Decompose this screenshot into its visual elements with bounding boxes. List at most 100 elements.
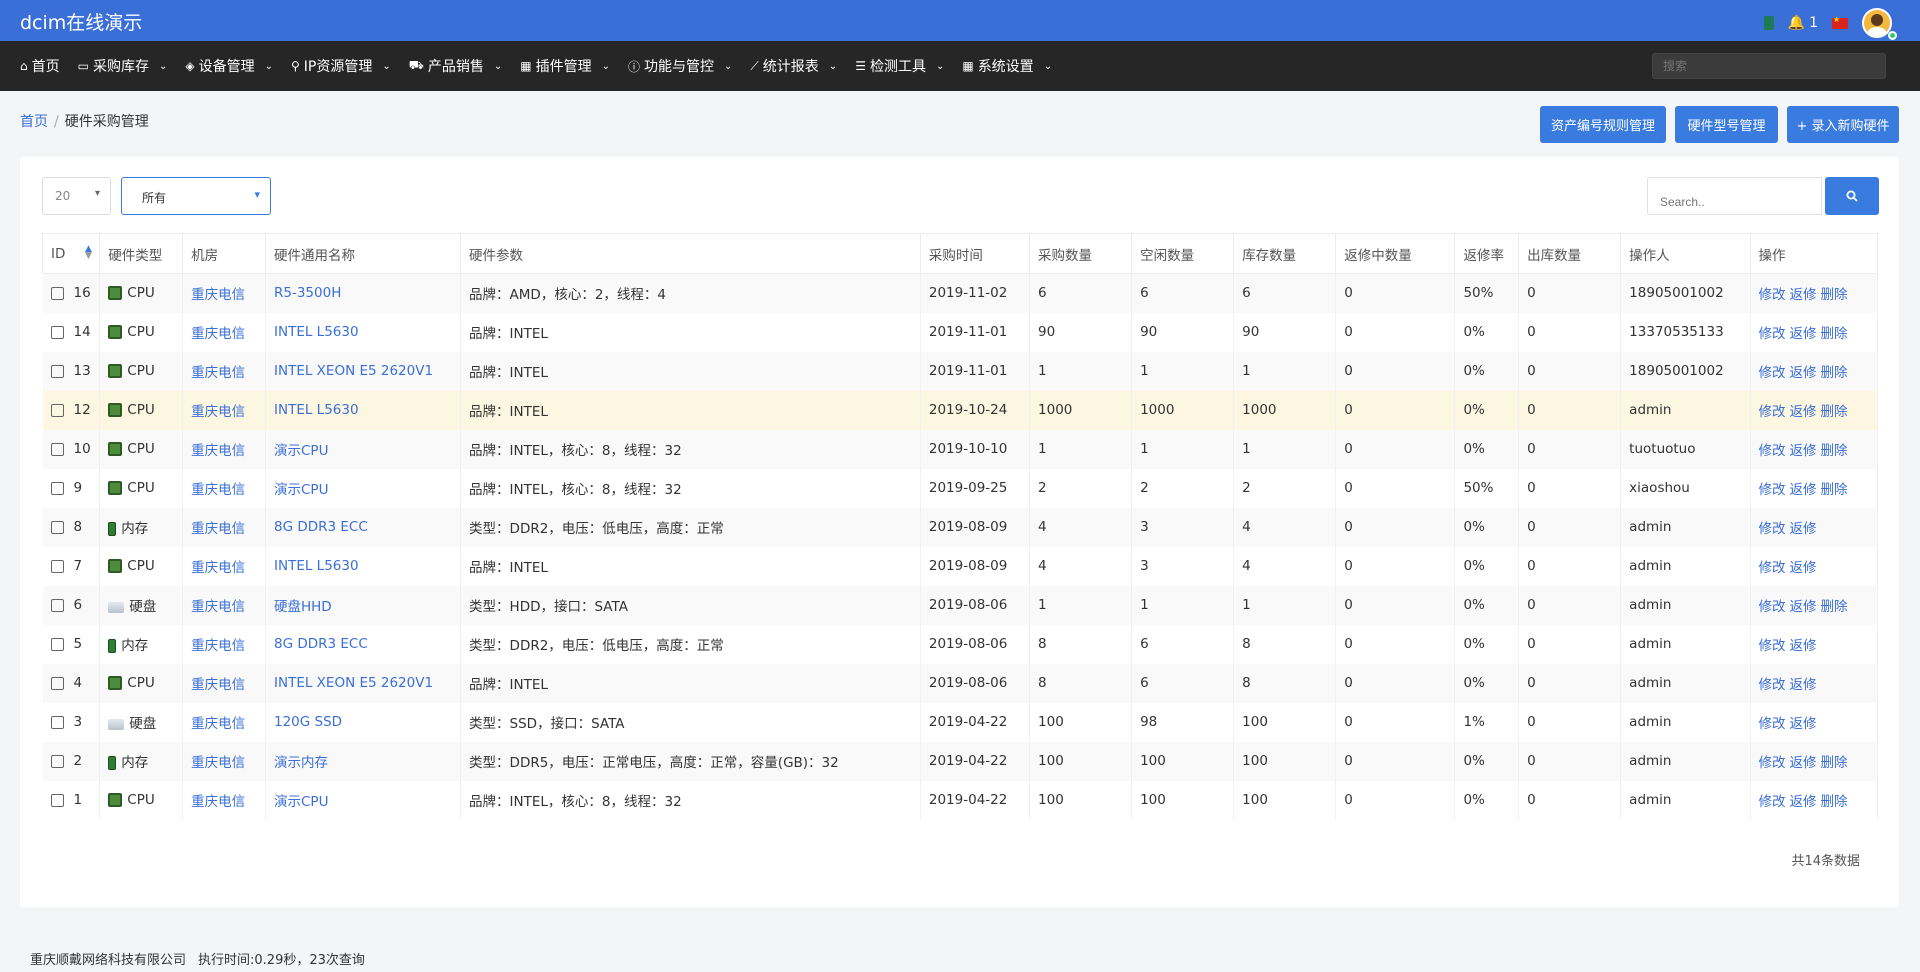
edit-link[interactable]: 修改 (1759, 716, 1786, 732)
column-header-13[interactable]: 操作 (1749, 233, 1879, 274)
column-header-3[interactable]: 硬件通用名称 (264, 233, 462, 274)
table-row[interactable]: 3 硬盘 重庆电信 120G SSD 类型：SSD，接口：SATA 2019-04-22 1… (42, 702, 1879, 742)
delete-link[interactable]: 删除 (1821, 287, 1848, 303)
hardware-name-link[interactable]: R5-3500H (274, 285, 341, 301)
column-header-10[interactable]: 返修率 (1454, 233, 1520, 274)
repair-link[interactable]: 返修 (1790, 365, 1817, 381)
repair-link[interactable]: 返修 (1790, 521, 1817, 537)
nav-item-1[interactable]: ▭ 采购库存 ⌄ (78, 56, 168, 76)
column-header-7[interactable]: 空闲数量 (1131, 233, 1235, 274)
brand-title[interactable]: dcim在线演示 (20, 8, 142, 35)
repair-link[interactable]: 返修 (1790, 794, 1817, 810)
row-checkbox[interactable] (50, 325, 64, 339)
edit-link[interactable]: 修改 (1759, 482, 1786, 498)
edit-link[interactable]: 修改 (1759, 521, 1786, 537)
repair-link[interactable]: 返修 (1790, 599, 1817, 615)
column-header-5[interactable]: 采购时间 (919, 233, 1031, 274)
repair-link[interactable]: 返修 (1790, 677, 1817, 693)
table-row[interactable]: 12 CPU 重庆电信 INTEL L5630 品牌：INTEL 2019-10-24 10… (42, 390, 1879, 430)
room-link[interactable]: 重庆电信 (191, 599, 245, 615)
repair-link[interactable]: 返修 (1790, 482, 1817, 498)
breadcrumb-home[interactable]: 首页 (20, 114, 48, 130)
row-checkbox[interactable] (50, 754, 64, 768)
repair-link[interactable]: 返修 (1790, 404, 1817, 420)
room-link[interactable]: 重庆电信 (191, 443, 245, 459)
hardware-name-link[interactable]: 演示CPU (274, 443, 328, 459)
column-header-8[interactable]: 库存数量 (1233, 233, 1337, 274)
row-checkbox[interactable] (50, 715, 64, 729)
table-row[interactable]: 2 内存 重庆电信 演示内存 类型：DDR5，电压：正常电压，高度：正常，容量(GB)：… (42, 741, 1879, 781)
table-row[interactable]: 9 CPU 重庆电信 演示CPU 品牌：INTEL，核心：8，线程：32 2019-09-… (42, 468, 1879, 508)
row-checkbox[interactable] (50, 481, 64, 495)
edit-link[interactable]: 修改 (1759, 638, 1786, 654)
row-checkbox[interactable] (50, 442, 64, 456)
bell-icon[interactable]: 🔔 1 (1788, 15, 1818, 31)
room-link[interactable]: 重庆电信 (191, 560, 245, 576)
edit-link[interactable]: 修改 (1759, 599, 1786, 615)
edit-link[interactable]: 修改 (1759, 677, 1786, 693)
room-link[interactable]: 重庆电信 (191, 716, 245, 732)
repair-link[interactable]: 返修 (1790, 287, 1817, 303)
column-header-9[interactable]: 返修中数量 (1335, 233, 1456, 274)
table-row[interactable]: 7 CPU 重庆电信 INTEL L5630 品牌：INTEL 2019-08-09 4 3 4… (42, 546, 1879, 586)
room-link[interactable]: 重庆电信 (191, 365, 245, 381)
status-filter-select[interactable]: 所有 (121, 177, 271, 215)
row-checkbox[interactable] (50, 520, 64, 534)
edit-link[interactable]: 修改 (1759, 443, 1786, 459)
nav-item-0[interactable]: ⌂ 首页 (20, 56, 60, 76)
column-header-4[interactable]: 硬件参数 (460, 233, 921, 274)
repair-link[interactable]: 返修 (1790, 443, 1817, 459)
nav-item-9[interactable]: ▦ 系统设置 ⌄ (962, 56, 1052, 76)
nav-item-6[interactable]: ⓘ 功能与管控 ⌄ (628, 56, 732, 76)
edit-link[interactable]: 修改 (1759, 755, 1786, 771)
nav-item-7[interactable]: ⟋ 统计报表 ⌄ (750, 56, 837, 76)
edit-link[interactable]: 修改 (1759, 560, 1786, 576)
hardware-name-link[interactable]: 8G DDR3 ECC (274, 519, 368, 535)
edit-link[interactable]: 修改 (1759, 326, 1786, 342)
table-row[interactable]: 4 CPU 重庆电信 INTEL XEON E5 2620V1 品牌：INTEL 2019… (42, 663, 1879, 703)
delete-link[interactable]: 删除 (1821, 755, 1848, 771)
row-checkbox[interactable] (50, 403, 64, 417)
repair-link[interactable]: 返修 (1790, 716, 1817, 732)
table-search-input[interactable] (1647, 177, 1822, 215)
row-checkbox[interactable] (50, 676, 64, 690)
edit-link[interactable]: 修改 (1759, 365, 1786, 381)
delete-link[interactable]: 删除 (1821, 326, 1848, 342)
delete-link[interactable]: 删除 (1821, 443, 1848, 459)
table-row[interactable]: 8 内存 重庆电信 8G DDR3 ECC 类型：DDR2，电压：低电压，高度：正常 20… (42, 507, 1879, 547)
column-header-2[interactable]: 机房 (182, 233, 266, 274)
table-row[interactable]: 10 CPU 重庆电信 演示CPU 品牌：INTEL，核心：8，线程：32 2019-10… (42, 429, 1879, 469)
row-checkbox[interactable] (50, 364, 64, 378)
room-link[interactable]: 重庆电信 (191, 404, 245, 420)
column-header-11[interactable]: 出库数量 (1518, 233, 1622, 274)
edit-link[interactable]: 修改 (1759, 794, 1786, 810)
hardware-name-link[interactable]: 演示内存 (274, 755, 328, 771)
delete-link[interactable]: 删除 (1821, 365, 1848, 381)
table-row[interactable]: 16 CPU 重庆电信 R5-3500H 品牌：AMD，核心：2，线程：4 2019-11… (42, 273, 1879, 313)
search-button[interactable] (1825, 177, 1879, 215)
row-checkbox[interactable] (50, 598, 64, 612)
table-row[interactable]: 14 CPU 重庆电信 INTEL L5630 品牌：INTEL 2019-11-01 90… (42, 312, 1879, 352)
sort-icon[interactable]: ▲ ▼ (85, 245, 92, 261)
table-row[interactable]: 6 硬盘 重庆电信 硬盘HHD 类型：HDD，接口：SATA 2019-08-06 1 1 1 0… (42, 585, 1879, 625)
hardware-name-link[interactable]: INTEL XEON E5 2620V1 (274, 363, 433, 379)
row-checkbox[interactable] (50, 286, 64, 300)
edit-link[interactable]: 修改 (1759, 287, 1786, 303)
nav-search-input[interactable] (1652, 53, 1886, 79)
repair-link[interactable]: 返修 (1790, 560, 1817, 576)
add-hardware-button[interactable]: + 录入新购硬件 (1787, 106, 1899, 143)
column-header-1[interactable]: 硬件类型 (99, 233, 184, 274)
page-size-select[interactable]: 20 (42, 177, 111, 215)
room-link[interactable]: 重庆电信 (191, 482, 245, 498)
room-link[interactable]: 重庆电信 (191, 638, 245, 654)
edit-link[interactable]: 修改 (1759, 404, 1786, 420)
hardware-name-link[interactable]: INTEL XEON E5 2620V1 (274, 675, 433, 691)
hardware-name-link[interactable]: 120G SSD (274, 714, 342, 730)
asset-rules-button[interactable]: 资产编号规则管理 (1540, 106, 1666, 143)
room-link[interactable]: 重庆电信 (191, 326, 245, 342)
china-flag-icon[interactable] (1832, 15, 1848, 29)
delete-link[interactable]: 删除 (1821, 482, 1848, 498)
delete-link[interactable]: 删除 (1821, 599, 1848, 615)
column-header-12[interactable]: 操作人 (1620, 233, 1751, 274)
table-row[interactable]: 5 内存 重庆电信 8G DDR3 ECC 类型：DDR2，电压：低电压，高度：正常 20… (42, 624, 1879, 664)
